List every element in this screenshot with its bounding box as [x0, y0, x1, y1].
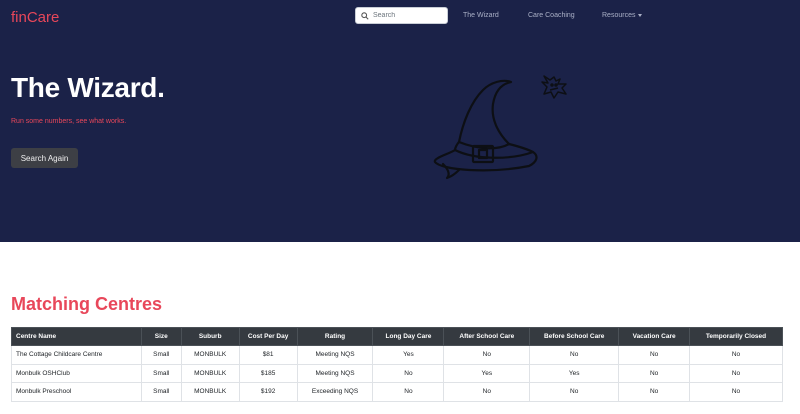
section-title: Matching Centres	[11, 294, 163, 314]
cell-rating: Meeting NQS	[296, 363, 374, 383]
column-header-rating: Rating	[296, 327, 374, 346]
nav-resources-label: Resources	[602, 12, 636, 19]
cell-rating: Meeting NQS	[296, 345, 374, 365]
column-header-suburb: Suburb	[180, 327, 240, 346]
cell-suburb: MONBULK	[180, 382, 240, 402]
cell-before-school-care: No	[529, 345, 620, 365]
cell-long-day-care: No	[372, 382, 445, 402]
column-header-before-school-care: Before School Care	[529, 327, 620, 346]
cell-long-day-care: No	[372, 363, 445, 383]
cell-size: Small	[140, 363, 182, 383]
column-header-centre-name: Centre Name	[11, 327, 142, 346]
search-input[interactable]	[373, 12, 447, 19]
cell-after-school-care: No	[443, 382, 531, 402]
cell-centre-name: Monbulk Preschool	[11, 382, 142, 402]
hero-banner: finCare The Wizard Care Coaching Resourc…	[0, 0, 800, 242]
column-header-cost-per-day: Cost Per Day	[238, 327, 298, 346]
brand-logo[interactable]: finCare	[11, 9, 59, 26]
cell-vacation-care: No	[618, 345, 691, 365]
page-title: The Wizard.	[11, 72, 165, 103]
nav-resources-dropdown[interactable]: Resources	[602, 12, 643, 19]
cell-cost-per-day: $192	[238, 382, 298, 402]
column-header-long-day-care: Long Day Care	[372, 327, 445, 346]
nav-the-wizard[interactable]: The Wizard	[463, 12, 499, 19]
table-row[interactable]: Monbulk Preschool Small MONBULK $192 Exc…	[11, 382, 783, 402]
column-header-after-school-care: After School Care	[443, 327, 531, 346]
page-subtitle: Run some numbers, see what works.	[11, 118, 127, 125]
cell-temporarily-closed: No	[689, 363, 783, 383]
cell-vacation-care: No	[618, 363, 691, 383]
cell-rating: Exceeding NQS	[296, 382, 374, 402]
cell-size: Small	[140, 345, 182, 365]
cell-size: Small	[140, 382, 182, 402]
cell-before-school-care: Yes	[529, 363, 620, 383]
cell-centre-name: The Cottage Childcare Centre	[11, 345, 142, 365]
cell-vacation-care: No	[618, 382, 691, 402]
nav-care-coaching[interactable]: Care Coaching	[528, 12, 575, 19]
cell-cost-per-day: $81	[238, 345, 298, 365]
wizard-hat-icon	[433, 79, 538, 180]
table-header-row: Centre Name Size Suburb Cost Per Day Rat…	[11, 327, 783, 346]
cell-before-school-care: No	[529, 382, 620, 402]
table-row[interactable]: Monbulk OSHClub Small MONBULK $185 Meeti…	[11, 363, 783, 383]
caret-down-icon	[638, 13, 643, 17]
cell-suburb: MONBULK	[180, 363, 240, 383]
cell-after-school-care: No	[443, 345, 531, 365]
bat-icon	[541, 75, 567, 99]
cell-long-day-care: Yes	[372, 345, 445, 365]
cell-suburb: MONBULK	[180, 345, 240, 365]
cell-temporarily-closed: No	[689, 382, 783, 402]
search-icon	[360, 11, 370, 21]
cell-centre-name: Monbulk OSHClub	[11, 363, 142, 383]
table-row[interactable]: The Cottage Childcare Centre Small MONBU…	[11, 345, 783, 365]
column-header-size: Size	[140, 327, 182, 346]
centres-table: Centre Name Size Suburb Cost Per Day Rat…	[11, 327, 783, 402]
search-box[interactable]	[355, 7, 448, 24]
column-header-temporarily-closed: Temporarily Closed	[689, 327, 783, 346]
column-header-vacation-care: Vacation Care	[618, 327, 691, 346]
search-again-button[interactable]: Search Again	[11, 148, 78, 168]
cell-after-school-care: Yes	[443, 363, 531, 383]
cell-cost-per-day: $185	[238, 363, 298, 383]
cell-temporarily-closed: No	[689, 345, 783, 365]
